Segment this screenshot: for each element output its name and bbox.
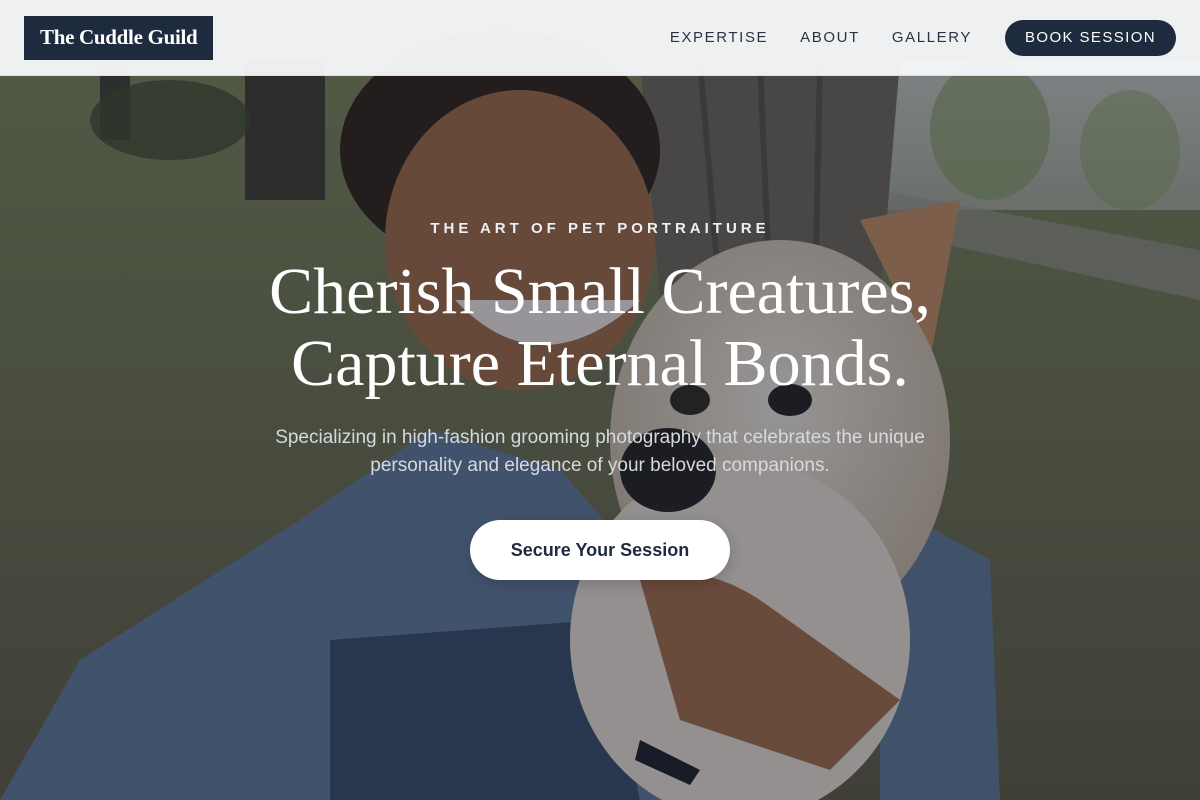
hero-content: THE ART OF PET PORTRAITURE Cherish Small…: [0, 0, 1200, 800]
hero-eyebrow: THE ART OF PET PORTRAITURE: [430, 220, 770, 237]
hero-headline: Cherish Small Creatures, Capture Eternal…: [0, 256, 1200, 400]
hero-headline-line-1: Cherish Small Creatures,: [269, 255, 931, 328]
secure-session-button[interactable]: Secure Your Session: [470, 520, 730, 580]
nav-link-about[interactable]: ABOUT: [800, 29, 860, 46]
nav-link-expertise[interactable]: EXPERTISE: [670, 29, 768, 46]
book-session-button[interactable]: BOOK SESSION: [1005, 19, 1176, 56]
nav-link-gallery[interactable]: GALLERY: [892, 29, 972, 46]
hero-subtext: Specializing in high-fashion grooming ph…: [275, 427, 925, 476]
nav-menu: EXPERTISE ABOUT GALLERY BOOK SESSION: [670, 19, 1176, 56]
top-navigation: The Cuddle Guild EXPERTISE ABOUT GALLERY…: [0, 0, 1200, 76]
site-logo[interactable]: The Cuddle Guild: [24, 15, 214, 60]
hero-headline-line-2: Capture Eternal Bonds.: [291, 327, 909, 400]
